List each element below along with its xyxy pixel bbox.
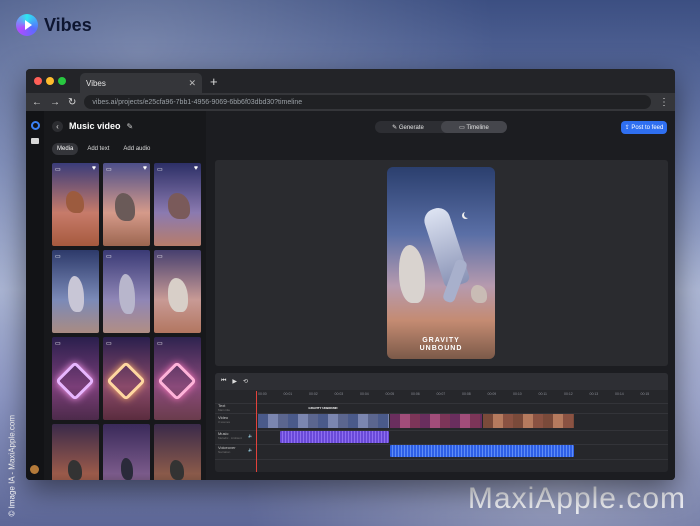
video-icon: ▭ — [157, 254, 163, 260]
project-header: ‹ Music video ✎ — [52, 117, 200, 135]
video-icon: ▭ — [157, 341, 163, 347]
media-grid: ▭ ♥ ▭ ♥ ▭ ♥ ▭ ▭ ▭ ▭ ▭ ▭ — [52, 163, 201, 480]
video-clip[interactable] — [483, 414, 574, 428]
track-divider — [215, 403, 668, 404]
video-clip[interactable] — [258, 414, 389, 428]
favorite-icon[interactable]: ♥ — [92, 165, 96, 172]
timeline-panel: ⏮ ▶ ⟲ 00:00 00:01 00:02 00:03 00:04 00:0… — [215, 373, 668, 472]
avatar[interactable] — [30, 465, 39, 474]
music-mute-icon[interactable]: 🔈 — [248, 433, 253, 438]
rock-graphic — [471, 285, 487, 303]
track-divider — [215, 459, 668, 460]
brand-name: Vibes — [44, 14, 92, 35]
post-to-feed-button[interactable]: ⇪ Post to feed — [621, 121, 667, 134]
side-rail — [26, 111, 44, 480]
video-icon: ▭ — [55, 341, 61, 347]
back-icon[interactable]: ← — [32, 97, 42, 108]
video-title-overlay: GRAVITY UNBOUND — [419, 337, 463, 352]
vibes-logo-icon — [16, 14, 38, 36]
track-label-video: Video 3 scenes — [218, 415, 231, 425]
forward-icon[interactable]: → — [50, 97, 60, 108]
media-thumbnail[interactable]: ▭ ♥ — [103, 163, 150, 246]
edit-icon[interactable]: ✎ — [127, 122, 134, 131]
text-clip[interactable]: GRAVITY UNBOUND — [299, 404, 347, 412]
url-text: vibes.ai/projects/e25cfa96-7bb1-4956-906… — [92, 98, 303, 106]
timeline-toolbar: ⏮ ▶ ⟲ — [215, 373, 668, 390]
home-icon[interactable] — [30, 121, 40, 130]
image-credit: © Image IA - MaxiApple.com — [7, 415, 17, 517]
dancer-graphic — [421, 204, 471, 290]
rock-graphic — [399, 245, 425, 303]
play-icon[interactable]: ▶ — [232, 378, 237, 385]
close-tab-icon[interactable]: ✕ — [188, 78, 196, 89]
reload-icon[interactable]: ↻ — [68, 97, 76, 108]
video-icon: ▭ — [106, 167, 112, 173]
tab-media[interactable]: Media — [52, 143, 79, 155]
loop-icon[interactable]: ⟲ — [243, 378, 248, 385]
video-icon: ▭ — [106, 254, 112, 260]
maximize-window-button[interactable] — [58, 77, 66, 85]
tab-title: Vibes — [86, 78, 106, 88]
media-thumbnail[interactable]: ▭ — [154, 337, 201, 420]
close-window-button[interactable] — [34, 77, 42, 85]
project-title: Music video — [69, 121, 121, 131]
brand-header: Vibes — [16, 14, 92, 36]
tab-add-audio[interactable]: Add audio — [118, 143, 155, 155]
tab-add-text[interactable]: Add text — [82, 143, 114, 155]
video-icon: ▭ — [157, 167, 163, 173]
preview-area: GRAVITY UNBOUND — [215, 160, 668, 366]
media-thumbnail[interactable]: ▭ — [103, 337, 150, 420]
media-thumbnail[interactable] — [154, 424, 201, 480]
editor-main: ✎ Generate ▭ Timeline ⇪ Post to feed GRA… — [206, 111, 675, 480]
track-label-text: Text Main title — [218, 403, 231, 413]
media-thumbnail[interactable]: ▭ — [52, 337, 99, 420]
voiceover-mute-icon[interactable]: 🔈 — [248, 447, 253, 452]
favorite-icon[interactable]: ♥ — [143, 165, 147, 172]
timeline-tab[interactable]: ▭ Timeline — [441, 121, 507, 133]
url-field[interactable]: vibes.ai/projects/e25cfa96-7bb1-4956-906… — [84, 95, 651, 109]
media-thumbnail[interactable]: ▭ — [154, 250, 201, 333]
minimize-window-button[interactable] — [46, 77, 54, 85]
mode-switch: ✎ Generate ▭ Timeline — [375, 121, 507, 133]
video-clip[interactable] — [390, 414, 482, 428]
vibes-app: ‹ Music video ✎ Media Add text Add audio… — [26, 111, 675, 480]
back-button[interactable]: ‹ — [52, 120, 63, 132]
track-label-voiceover: Voiceover Narration — [218, 445, 236, 455]
media-thumbnail[interactable]: ▭ — [103, 250, 150, 333]
track-label-music: Music Melodic · Ambient — [218, 431, 242, 441]
browser-window: Vibes ✕ + ← → ↻ vibes.ai/projects/e25cfa… — [26, 69, 675, 480]
browser-tab[interactable]: Vibes ✕ — [80, 73, 202, 93]
media-tabs: Media Add text Add audio — [52, 143, 200, 155]
media-thumbnail[interactable] — [103, 424, 150, 480]
music-clip[interactable] — [280, 431, 389, 443]
playhead[interactable] — [256, 391, 257, 472]
moon-graphic — [464, 211, 471, 218]
new-tab-button[interactable]: + — [210, 74, 218, 89]
video-icon: ▭ — [55, 167, 61, 173]
browser-menu-icon[interactable]: ⋮ — [659, 97, 669, 108]
tab-bar: Vibes ✕ + — [26, 69, 675, 93]
video-icon: ▭ — [55, 254, 61, 260]
media-thumbnail[interactable]: ▭ — [52, 250, 99, 333]
media-thumbnail[interactable]: ▭ ♥ — [52, 163, 99, 246]
video-preview[interactable]: GRAVITY UNBOUND — [387, 167, 495, 359]
favorite-icon[interactable]: ♥ — [194, 165, 198, 172]
skip-back-icon[interactable]: ⏮ — [221, 378, 226, 385]
watermark: MaxiApple.com — [467, 482, 686, 515]
generate-tab[interactable]: ✎ Generate — [375, 121, 441, 133]
media-thumbnail[interactable]: ▭ ♥ — [154, 163, 201, 246]
media-thumbnail[interactable] — [52, 424, 99, 480]
video-icon: ▭ — [106, 341, 112, 347]
address-bar: ← → ↻ vibes.ai/projects/e25cfa96-7bb1-49… — [26, 93, 675, 111]
time-ruler[interactable]: 00:00 00:01 00:02 00:03 00:04 00:05 00:0… — [258, 392, 668, 400]
voiceover-clip[interactable] — [390, 445, 574, 457]
media-panel: ‹ Music video ✎ Media Add text Add audio… — [44, 111, 206, 480]
folder-icon[interactable] — [31, 138, 39, 144]
